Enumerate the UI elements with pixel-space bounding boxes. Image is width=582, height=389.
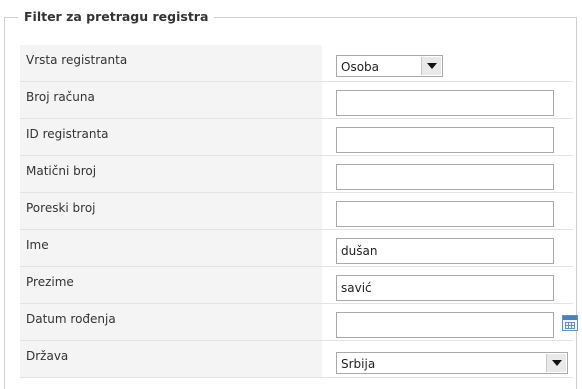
id-registranta-input[interactable] [336,127,554,153]
row-poreski-broj: Poreski broj [20,193,573,230]
dropdown-arrow-icon[interactable] [546,354,566,372]
calendar-icon-grid [565,322,575,329]
label-drzava: Država [20,341,322,377]
ime-input[interactable]: dušan [336,238,554,264]
row-vrsta-registranta: Vrsta registranta Osoba [20,45,573,82]
maticni-broj-input[interactable] [336,164,554,190]
poreski-broj-input[interactable] [336,201,554,227]
drzava-value: Srbija [341,357,376,371]
label-broj-racuna: Broj računa [20,82,322,118]
vrsta-registranta-value: Osoba [341,60,380,74]
label-prezime: Prezime [20,267,322,303]
control-cell-broj-racuna [322,82,573,118]
label-maticni-broj: Matični broj [20,156,322,192]
row-ime: Ime dušan [20,230,573,267]
dropdown-arrow-icon[interactable] [421,57,441,75]
row-prezime: Prezime savić [20,267,573,304]
row-id-registranta: ID registranta [20,119,573,156]
row-datum-rodjenja: Datum rođenja [20,304,578,341]
filter-legend: Filter za pretragu registra [18,8,215,26]
control-cell-id-registranta [322,119,573,155]
calendar-icon[interactable] [562,315,578,331]
row-broj-racuna: Broj računa [20,82,573,119]
control-cell-maticni-broj [322,156,573,192]
label-vrsta-registranta: Vrsta registranta [20,45,322,81]
label-ime: Ime [20,230,322,266]
control-cell-ime: dušan [322,230,573,266]
drzava-select[interactable]: Srbija [336,352,568,374]
broj-racuna-input[interactable] [336,90,554,116]
row-drzava: Država Srbija [20,341,573,378]
filter-form: Vrsta registranta Osoba Broj računa ID r… [20,45,578,378]
datum-rodjenja-input[interactable] [336,312,554,338]
label-datum-rodjenja: Datum rođenja [20,304,322,340]
prezime-input[interactable]: savić [336,275,554,301]
control-cell-datum-rodjenja [322,304,578,340]
label-id-registranta: ID registranta [20,119,322,155]
vrsta-registranta-select[interactable]: Osoba [336,55,443,77]
control-cell-drzava: Srbija [322,341,573,377]
label-poreski-broj: Poreski broj [20,193,322,229]
row-maticni-broj: Matični broj [20,156,573,193]
control-cell-prezime: savić [322,267,573,303]
calendar-icon-header [563,316,577,320]
control-cell-poreski-broj [322,193,573,229]
control-cell-vrsta: Osoba [322,45,573,81]
